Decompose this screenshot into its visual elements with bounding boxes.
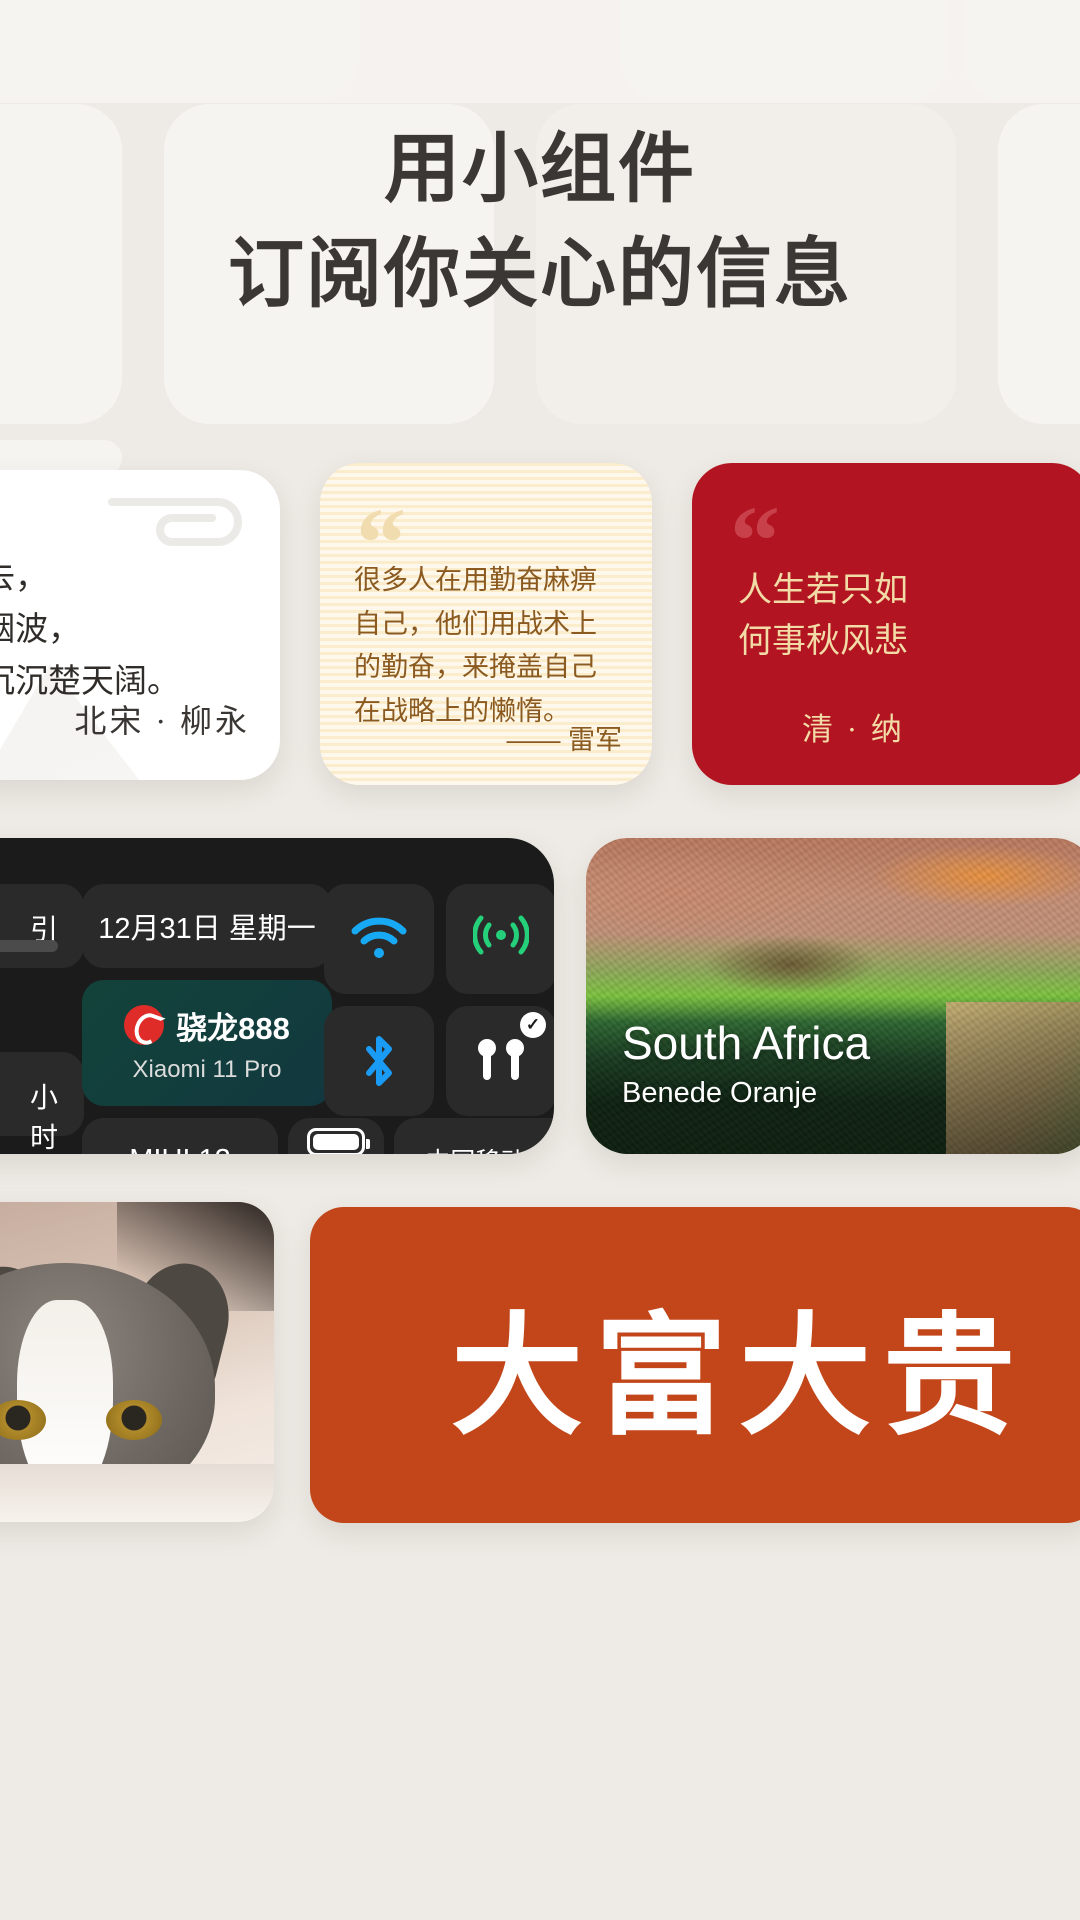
tile-earbuds[interactable]: ✓ (446, 1006, 554, 1116)
poem-text: 念去去， 千里烟波， 暮霭沉沉楚天阔。 (0, 560, 180, 701)
tile-carrier[interactable]: 中国移动 4G (394, 1118, 554, 1154)
quote-widget-yellow[interactable]: “ 很多人在用勤奋麻痹自己，他们用战术上的勤奋，来掩盖自己在战略上的懒惰。 ——… (320, 463, 652, 785)
tile-wifi[interactable] (324, 884, 434, 994)
soc-chip-label: 骁龙888 (176, 1010, 290, 1046)
quote-widget-red[interactable]: “ 人生若只如 何事秋风悲 清 · 纳 (692, 463, 1080, 785)
quote-text: 人生若只如 何事秋风悲 (738, 572, 908, 660)
page-headline: 用小组件 订阅你关心的信息 (0, 122, 1080, 325)
carrier-label: 中国移动 (425, 1142, 525, 1154)
map-title: South Africa (622, 1017, 871, 1069)
cellular-signal-icon (473, 915, 529, 955)
ghost-card-2 (620, 0, 950, 102)
bluetooth-icon (366, 1036, 392, 1086)
battery-icon (307, 1127, 370, 1154)
poem-widget[interactable]: 念去去， 千里烟波， 暮霭沉沉楚天阔。 北宋 · 柳永 (0, 470, 280, 780)
tile-soc[interactable]: 骁龙888 Xiaomi 11 Pro (82, 980, 332, 1106)
cat-chest (0, 1464, 274, 1522)
tile-clipped-bottom-left[interactable]: 小时 (0, 1052, 84, 1153)
fortune-text: 大富大贵 (451, 1303, 1027, 1451)
earbuds-connected-badge: ✓ (520, 1012, 546, 1038)
headline-line-2: 订阅你关心的信息 (228, 233, 852, 318)
progress-bar (0, 940, 58, 952)
cloud-swirl-icon (108, 498, 242, 546)
quote-author: 清 · 纳 (802, 712, 905, 747)
tile-clipped-top-left[interactable]: 引 (0, 884, 84, 968)
tile-fragment-label: 小时 (30, 1082, 59, 1153)
tile-cellular[interactable] (446, 884, 554, 994)
date-label: 12月31日 星期一 (98, 913, 316, 945)
battery-fill (313, 1133, 359, 1150)
device-info-widget[interactable]: 引 小时 12月31日 星期一 骁龙888 Xiaomi 11 Pro MIUI… (0, 838, 554, 1154)
ghost-card-1 (0, 0, 360, 102)
network-type-label: 4G (539, 1146, 554, 1155)
quote-text: 很多人在用勤奋麻痹自己，他们用战术上的勤奋，来掩盖自己在战略上的懒惰。 (354, 565, 597, 727)
headline-line-1: 用小组件 (384, 128, 696, 212)
tile-bluetooth[interactable] (324, 1006, 434, 1116)
os-version-label: MIUI 12 (129, 1144, 231, 1155)
cat-eye-right (105, 1400, 162, 1441)
poem-author: 北宋 · 柳永 (74, 703, 250, 739)
fortune-widget[interactable]: 大富大贵 (310, 1207, 1080, 1523)
ghost-card-3 (962, 0, 1080, 102)
earbuds-icon (478, 1039, 524, 1080)
soc-model-label: Xiaomi 11 Pro (132, 1055, 282, 1083)
tile-date[interactable]: 12月31日 星期一 (82, 884, 332, 968)
photo-widget-cat[interactable] (0, 1202, 274, 1522)
wifi-icon (351, 917, 407, 958)
snapdragon-logo-icon (124, 1005, 165, 1045)
tile-battery[interactable]: 100% (288, 1118, 384, 1154)
tile-os-version[interactable]: MIUI 12 (82, 1118, 278, 1154)
satellite-map-widget[interactable]: South Africa Benede Oranje (586, 838, 1080, 1154)
map-subtitle: Benede Oranje (622, 1077, 818, 1109)
quote-author: —— 雷军 (506, 725, 622, 755)
